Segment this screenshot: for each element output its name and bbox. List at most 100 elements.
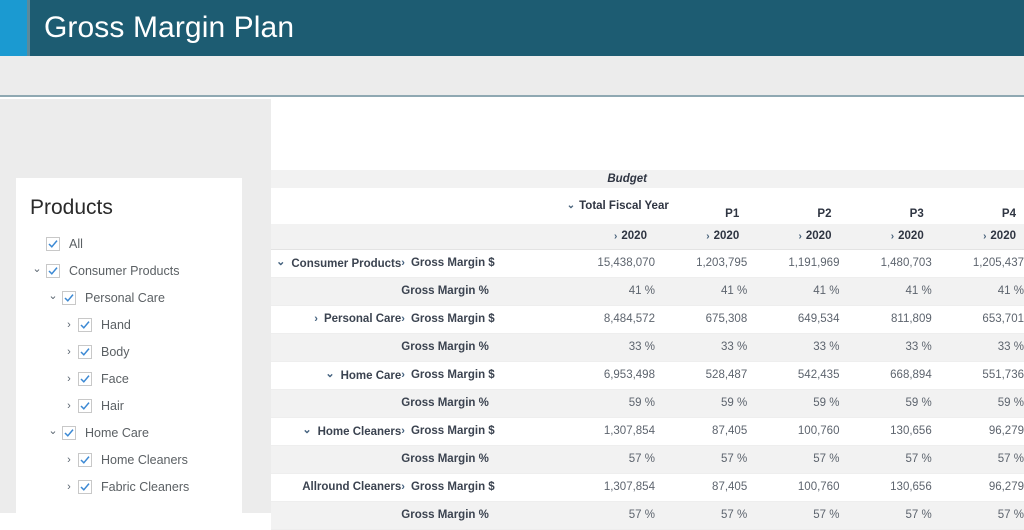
- measure-cell[interactable]: Gross Margin %: [401, 277, 563, 306]
- value-cell[interactable]: 811,809: [839, 305, 932, 334]
- chevron-right-icon[interactable]: ›: [314, 313, 318, 325]
- value-cell[interactable]: 57 %: [562, 501, 655, 530]
- measure-cell[interactable]: › Gross Margin $: [401, 249, 563, 278]
- value-cell[interactable]: 59 %: [654, 389, 748, 418]
- table-row[interactable]: Gross Margin % 57 % 57 % 57 % 57 % 57 %: [271, 445, 1024, 474]
- value-cell[interactable]: 57 %: [747, 445, 840, 474]
- tree-item-all[interactable]: All: [16, 230, 242, 257]
- value-cell[interactable]: 33 %: [839, 333, 932, 362]
- table-row[interactable]: ⌄ Home Care › Gross Margin $ 6,953,498 528,48…: [271, 361, 1024, 390]
- value-cell[interactable]: 130,656: [839, 417, 932, 446]
- chevron-right-icon[interactable]: ›: [60, 346, 78, 358]
- chevron-right-icon[interactable]: ›: [614, 231, 617, 242]
- value-cell[interactable]: 15,438,070: [562, 249, 655, 278]
- value-cell[interactable]: 41 %: [931, 277, 1024, 306]
- value-cell[interactable]: 542,435: [747, 361, 840, 390]
- value-cell[interactable]: 57 %: [654, 445, 748, 474]
- checkbox-hand[interactable]: [78, 317, 92, 332]
- value-cell[interactable]: 59 %: [839, 389, 932, 418]
- value-cell[interactable]: 57 %: [931, 445, 1024, 474]
- measure-cell[interactable]: › Gross Margin $: [401, 417, 563, 446]
- chevron-down-icon[interactable]: ⌄: [567, 200, 575, 211]
- chevron-right-icon[interactable]: ›: [401, 369, 405, 381]
- period-header-cell[interactable]: P3: [839, 188, 932, 224]
- measure-cell[interactable]: Gross Margin %: [401, 501, 563, 530]
- checkbox-home-care[interactable]: [62, 425, 76, 440]
- tree-item-home-care[interactable]: ⌄ Home Care: [16, 419, 242, 446]
- checkbox-fabric-cleaners[interactable]: [78, 479, 92, 494]
- dimension-cell[interactable]: ⌄ Consumer Products: [271, 249, 402, 278]
- table-row[interactable]: ⌄ Home Cleaners › Gross Margin $ 1,307,854 87…: [271, 417, 1024, 446]
- table-row[interactable]: Gross Margin % 59 % 59 % 59 % 59 % 59 %: [271, 389, 1024, 418]
- value-cell[interactable]: 59 %: [747, 389, 840, 418]
- dimension-cell[interactable]: ⌄ Home Care: [271, 361, 402, 390]
- measure-cell[interactable]: Gross Margin %: [401, 389, 563, 418]
- value-cell[interactable]: 1,480,703: [839, 249, 932, 278]
- value-cell[interactable]: 87,405: [654, 417, 748, 446]
- table-row[interactable]: Allround Cleaners › Gross Margin $ 1,307,85…: [271, 473, 1024, 502]
- chevron-down-icon[interactable]: ⌄: [276, 255, 285, 268]
- measure-cell[interactable]: › Gross Margin $: [401, 473, 563, 502]
- tree-item-body[interactable]: › Body: [16, 338, 242, 365]
- tree-item-face[interactable]: › Face: [16, 365, 242, 392]
- value-cell[interactable]: 1,307,854: [562, 473, 655, 502]
- year-header-cell[interactable]: › 2020: [747, 224, 840, 250]
- value-cell[interactable]: 33 %: [931, 333, 1024, 362]
- value-cell[interactable]: 57 %: [562, 445, 655, 474]
- tree-item-hand[interactable]: › Hand: [16, 311, 242, 338]
- value-cell[interactable]: 1,191,969: [747, 249, 840, 278]
- value-cell[interactable]: 41 %: [562, 277, 655, 306]
- value-cell[interactable]: 6,953,498: [562, 361, 655, 390]
- chevron-right-icon[interactable]: ›: [401, 257, 405, 269]
- value-cell[interactable]: 87,405: [654, 473, 748, 502]
- table-row[interactable]: Gross Margin % 57 % 57 % 57 % 57 % 57 %: [271, 501, 1024, 530]
- value-cell[interactable]: 33 %: [654, 333, 748, 362]
- dimension-cell[interactable]: ⌄ Home Cleaners: [271, 417, 402, 446]
- chevron-right-icon[interactable]: ›: [401, 313, 405, 325]
- value-cell[interactable]: 100,760: [747, 473, 840, 502]
- checkbox-personal-care[interactable]: [62, 290, 76, 305]
- table-row[interactable]: › Personal Care › Gross Margin $8,484,572 67…: [271, 305, 1024, 334]
- chevron-right-icon[interactable]: ›: [401, 425, 405, 437]
- value-cell[interactable]: 96,279: [931, 473, 1024, 502]
- year-header-cell[interactable]: › 2020: [654, 224, 748, 250]
- chevron-down-icon[interactable]: ⌄: [44, 424, 62, 437]
- value-cell[interactable]: 528,487: [654, 361, 748, 390]
- chevron-right-icon[interactable]: ›: [60, 319, 78, 331]
- chevron-right-icon[interactable]: ›: [60, 400, 78, 412]
- value-cell[interactable]: 1,203,795: [654, 249, 748, 278]
- value-cell[interactable]: 57 %: [931, 501, 1024, 530]
- year-header-cell[interactable]: › 2020: [931, 224, 1024, 250]
- value-cell[interactable]: 130,656: [839, 473, 932, 502]
- tree-item-consumer-products[interactable]: ⌄ Consumer Products: [16, 257, 242, 284]
- table-row[interactable]: ⌄ Consumer Products › Gross Margin $ 15,438,…: [271, 249, 1024, 278]
- value-cell[interactable]: 57 %: [654, 501, 748, 530]
- checkbox-face[interactable]: [78, 371, 92, 386]
- chevron-down-icon[interactable]: ⌄: [28, 262, 46, 275]
- checkbox-body[interactable]: [78, 344, 92, 359]
- chevron-right-icon[interactable]: ›: [983, 231, 986, 242]
- checkbox-hair[interactable]: [78, 398, 92, 413]
- measure-cell[interactable]: Gross Margin %: [401, 333, 563, 362]
- chevron-down-icon[interactable]: ⌄: [302, 423, 311, 436]
- value-cell[interactable]: 653,701: [931, 305, 1024, 334]
- chevron-right-icon[interactable]: ›: [60, 481, 78, 493]
- value-cell[interactable]: 96,279: [931, 417, 1024, 446]
- period-header-cell[interactable]: P2: [747, 188, 840, 224]
- chevron-right-icon[interactable]: ›: [60, 373, 78, 385]
- table-row[interactable]: Gross Margin % 33 % 33 % 33 % 33 % 33 %: [271, 333, 1024, 362]
- chevron-right-icon[interactable]: ›: [799, 231, 802, 242]
- value-cell[interactable]: 57 %: [747, 501, 840, 530]
- value-cell[interactable]: 551,736: [931, 361, 1024, 390]
- period-header-cell[interactable]: ⌄ Total Fiscal Year: [562, 188, 669, 224]
- chevron-down-icon[interactable]: ⌄: [44, 289, 62, 302]
- value-cell[interactable]: 59 %: [931, 389, 1024, 418]
- chevron-right-icon[interactable]: ›: [401, 481, 405, 493]
- chevron-right-icon[interactable]: ›: [60, 454, 78, 466]
- value-cell[interactable]: 57 %: [839, 501, 932, 530]
- value-cell[interactable]: 668,894: [839, 361, 932, 390]
- measure-cell[interactable]: Gross Margin %: [401, 445, 563, 474]
- period-header-cell[interactable]: P4: [931, 188, 1024, 224]
- value-cell[interactable]: 8,484,572: [562, 305, 655, 334]
- table-row[interactable]: Gross Margin % 41 % 41 % 41 % 41 % 41 %: [271, 277, 1024, 306]
